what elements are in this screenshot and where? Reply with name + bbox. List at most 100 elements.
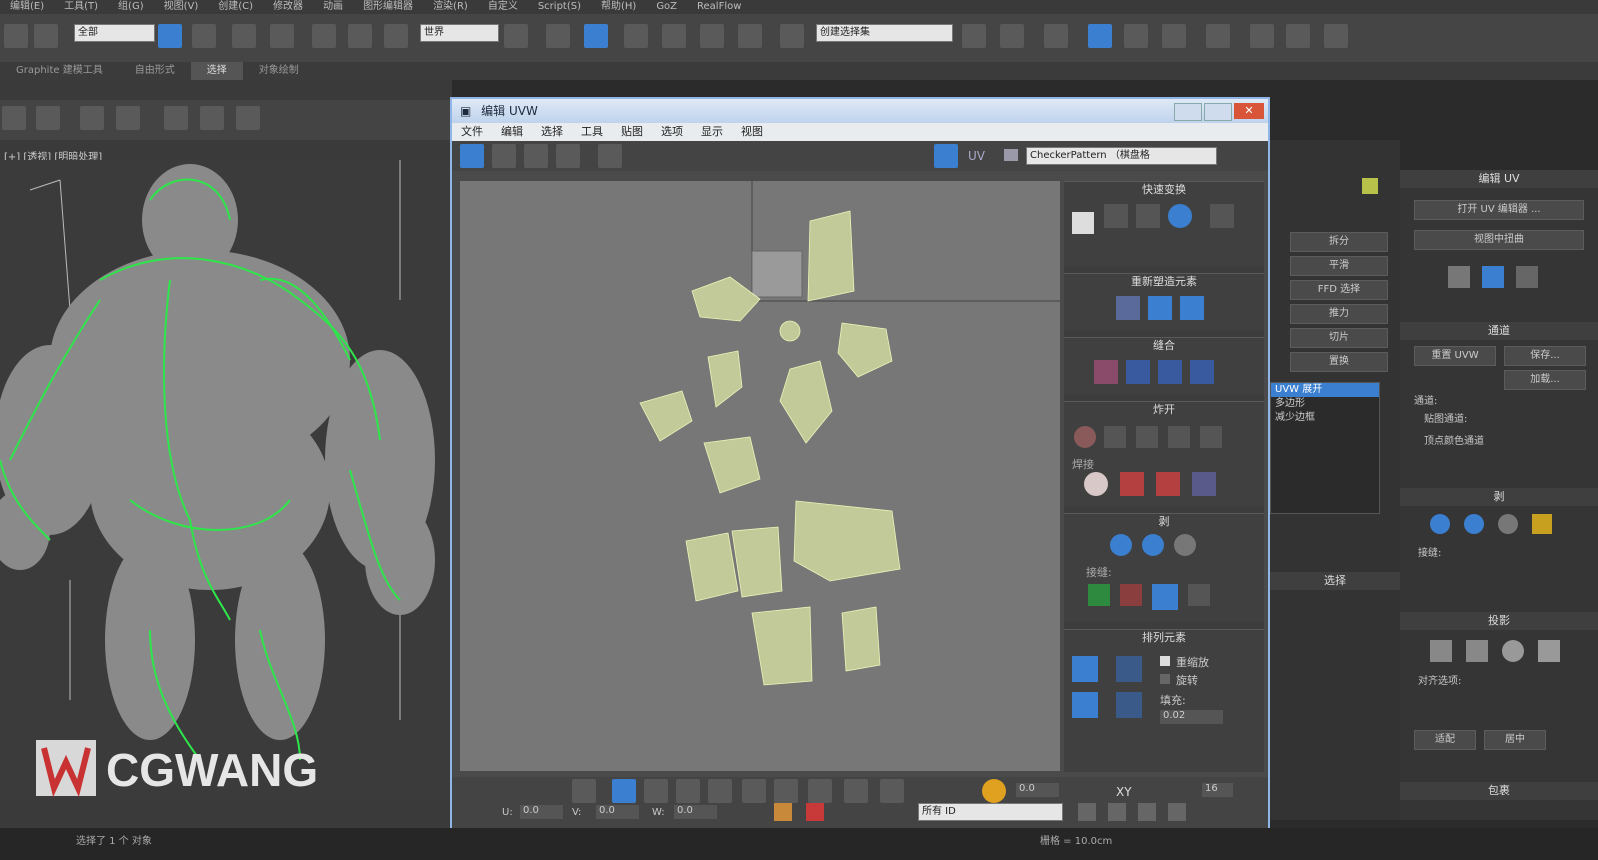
move-icon[interactable] (312, 24, 336, 48)
menu-item[interactable]: GoZ (646, 0, 687, 14)
pack-together-icon[interactable] (1072, 692, 1098, 718)
modifier-button[interactable]: 推力 (1290, 304, 1388, 324)
menu-item[interactable]: Script(S) (528, 0, 591, 14)
menu-item[interactable]: 图形编辑器 (353, 0, 423, 14)
ribbon-tab[interactable]: 自由形式 (119, 62, 191, 80)
weld-selected-icon[interactable] (1120, 472, 1144, 496)
v-input[interactable]: 0.0 (596, 805, 639, 819)
stitch-target-icon[interactable] (1190, 360, 1214, 384)
rotate-tool-icon[interactable] (492, 144, 516, 168)
edge-mode-icon[interactable] (36, 106, 60, 130)
modifier-button[interactable]: 平滑 (1290, 256, 1388, 276)
straighten-icon[interactable] (1116, 296, 1140, 320)
menu-item[interactable]: 组(G) (108, 0, 154, 14)
pin-icon[interactable] (806, 803, 824, 821)
select-rollout-header[interactable]: 选择 (1270, 572, 1400, 590)
peel-header[interactable]: 剥 (1064, 514, 1264, 530)
xy-label[interactable]: XY (1116, 785, 1132, 799)
border-mode-icon[interactable] (80, 106, 104, 130)
pan-icon[interactable] (1078, 803, 1096, 821)
stitch-average-icon[interactable] (1158, 360, 1182, 384)
material-id-dropdown[interactable]: 所有 ID (918, 803, 1063, 821)
ribbon-tab[interactable]: Graphite 建模工具 (0, 62, 119, 80)
peel-header-right[interactable]: 剥 (1400, 488, 1598, 506)
modifier-button[interactable]: FFD 选择 (1290, 280, 1388, 300)
spherical-map-icon[interactable] (1502, 640, 1524, 662)
quick-transform-header[interactable]: 快速变换 (1064, 182, 1264, 198)
named-selection-dropdown[interactable]: 创建选择集 (816, 24, 953, 42)
stack-item[interactable]: 减少边框 (1271, 411, 1379, 425)
bind-space-warp-icon[interactable] (34, 24, 58, 48)
playback-controls[interactable] (1360, 830, 1560, 848)
reset-peel-icon[interactable] (1174, 534, 1196, 556)
uv-canvas[interactable] (460, 181, 1060, 771)
paint-select-icon[interactable] (844, 779, 868, 803)
menu-item[interactable]: 动画 (313, 0, 353, 14)
wrap-header[interactable]: 包裹 (1400, 782, 1598, 800)
scale-tool-icon[interactable] (524, 144, 548, 168)
pelt-map-icon[interactable] (1532, 514, 1552, 534)
percent-snap-icon[interactable] (700, 24, 724, 48)
rect-select-icon[interactable] (232, 24, 256, 48)
shrink-icon[interactable] (236, 106, 260, 130)
modifier-button[interactable]: 置换 (1290, 352, 1388, 372)
tweak-in-view-button[interactable]: 视图中扭曲 (1414, 230, 1584, 250)
link-icon[interactable] (4, 24, 28, 48)
show-map-icon[interactable] (934, 144, 958, 168)
zoom-icon[interactable] (1108, 803, 1126, 821)
u-input[interactable]: 0.0 (520, 805, 563, 819)
channel-header[interactable]: 通道 (1400, 322, 1598, 340)
edge-select-icon[interactable] (644, 779, 668, 803)
stitch-header[interactable]: 缝合 (1064, 338, 1264, 354)
ring-select-icon[interactable] (808, 779, 832, 803)
dialog-menu-item[interactable]: 显示 (692, 123, 732, 141)
load-button[interactable]: 加载... (1504, 370, 1586, 390)
edit-named-sel-icon[interactable] (780, 24, 804, 48)
mirror-tool-icon[interactable] (598, 144, 622, 168)
dialog-menu-item[interactable]: 编辑 (492, 123, 532, 141)
scale-icon[interactable] (384, 24, 408, 48)
edges-input[interactable]: 16 (1202, 783, 1233, 797)
shrink-select-icon[interactable] (742, 779, 766, 803)
ref-coord-dropdown[interactable]: 世界 (420, 24, 499, 42)
poly-mode-icon[interactable] (116, 106, 140, 130)
vertex-select-icon[interactable] (612, 779, 636, 803)
schematic-icon[interactable] (1162, 24, 1186, 48)
reset-uvw-button[interactable]: 重置 UVW (1414, 346, 1496, 366)
explode-grid-icon[interactable] (1104, 426, 1126, 448)
select-object-icon[interactable] (158, 24, 182, 48)
curve-editor-icon[interactable] (1124, 24, 1148, 48)
maximize-button[interactable] (1204, 103, 1232, 121)
menu-item[interactable]: 工具(T) (54, 0, 108, 14)
pack-custom-icon[interactable] (1116, 656, 1142, 682)
stitch-source-icon[interactable] (1126, 360, 1150, 384)
dialog-titlebar[interactable]: ▣ 编辑 UVW ✕ (452, 99, 1268, 123)
map-channel-radio[interactable]: 贴图通道: (1424, 410, 1467, 425)
pivot-icon[interactable] (504, 24, 528, 48)
expand-seams-icon[interactable] (1188, 584, 1210, 606)
center-button[interactable]: 居中 (1484, 730, 1546, 750)
poly-select-icon[interactable] (676, 779, 700, 803)
vertex-color-radio[interactable]: 顶点颜色通道 (1424, 432, 1484, 447)
convert-edge-seams-icon[interactable] (1152, 584, 1178, 610)
freeform-tool-icon[interactable] (556, 144, 580, 168)
color-swatch[interactable] (1362, 178, 1378, 194)
dialog-menu-item[interactable]: 选择 (532, 123, 572, 141)
filter-selected-icon[interactable] (572, 779, 596, 803)
align-vertical-icon[interactable] (1104, 204, 1128, 228)
space-horizontal-icon[interactable] (1210, 204, 1234, 228)
soft-selection-icon[interactable] (982, 779, 1006, 803)
menu-item[interactable]: 编辑(E) (0, 0, 54, 14)
menu-item[interactable]: RealFlow (687, 0, 751, 14)
quick-peel-icon[interactable] (1110, 534, 1132, 556)
select-by-name-icon[interactable] (192, 24, 216, 48)
graphite-toggle-icon[interactable] (1088, 24, 1112, 48)
menu-item[interactable]: 视图(V) (154, 0, 209, 14)
modifier-button[interactable]: 拆分 (1290, 232, 1388, 252)
menu-item[interactable]: 帮助(H) (591, 0, 646, 14)
element-mode-icon[interactable] (164, 106, 188, 130)
selection-filter-dropdown[interactable]: 全部 (74, 24, 155, 42)
snap-toggle-icon[interactable] (624, 24, 648, 48)
zoom-region-icon[interactable] (1138, 803, 1156, 821)
align-icon[interactable] (1000, 24, 1024, 48)
